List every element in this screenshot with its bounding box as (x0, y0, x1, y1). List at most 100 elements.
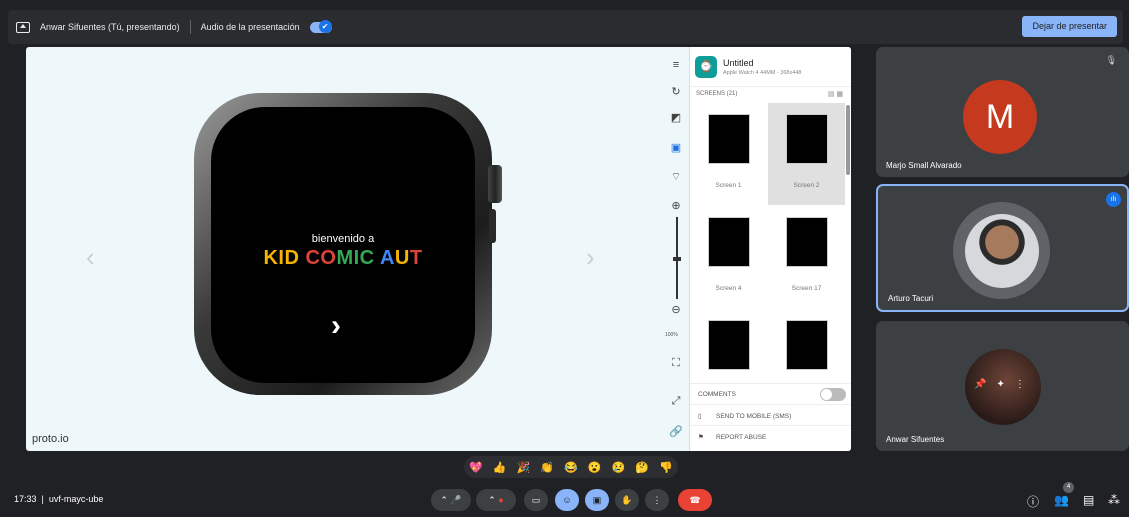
wireless-icon[interactable]: ⌔ (669, 170, 683, 184)
screen-thumb[interactable]: Screen 4 (690, 206, 767, 308)
screen-preview (708, 217, 750, 267)
flag-icon: ⚑ (698, 434, 704, 441)
title-part: T (409, 247, 423, 269)
watch-app-title: KID COMIC AUT (211, 247, 475, 270)
report-label: REPORT ABUSE (716, 434, 767, 441)
screen-label: Screen 17 (791, 285, 822, 292)
reaction-thumbs-up-icon[interactable]: 👍 (493, 461, 507, 474)
screens-grid: Screen 1 Screen 2 Screen 4 Screen 17 (690, 103, 845, 383)
presenter-label: Anwar Sifuentes (Tú, presentando) (40, 22, 180, 32)
screen-label: Screen 1 (715, 182, 742, 189)
participant-tile-self[interactable]: 📌✦⋮ Anwar Sifuentes (876, 321, 1129, 451)
participant-tile[interactable]: 🎙 M Marjo Small Alvarado (876, 47, 1129, 177)
screen-thumb[interactable]: Screen 17 (768, 206, 845, 308)
screens-label-text: SCREENS (21) (696, 91, 738, 97)
reaction-party-icon[interactable]: 🎉 (517, 461, 531, 474)
effects-icon[interactable]: ✦ (996, 379, 1014, 390)
meeting-details-icon[interactable]: ⓘ (1027, 493, 1039, 510)
screen-thumb[interactable] (768, 309, 845, 383)
screen-preview (708, 320, 750, 370)
prev-screen-arrow[interactable]: ‹ (86, 242, 95, 273)
speaking-indicator-icon: ılı (1106, 192, 1121, 207)
reaction-thinking-icon[interactable]: 🤔 (635, 461, 649, 474)
screen-thumb[interactable]: Screen 1 (690, 103, 767, 205)
chat-icon[interactable]: ▤ (1083, 493, 1094, 507)
meet-window: Anwar Sifuentes (Tú, presentando) Audio … (0, 0, 1129, 517)
pin-icon[interactable]: 📌 (974, 379, 996, 390)
fit-screen-icon[interactable]: ⛶ (669, 357, 683, 370)
screen-preview (708, 114, 750, 164)
raise-hand-button[interactable]: ✋ (615, 489, 639, 511)
present-screen-icon (16, 21, 30, 33)
reaction-clap-icon[interactable]: 👏 (540, 461, 554, 474)
send-mobile-label: SEND TO MOBILE (SMS) (716, 413, 792, 420)
watch-welcome-text: bienvenido a (311, 233, 375, 245)
screen-preview (786, 217, 828, 267)
audio-toggle[interactable] (309, 19, 332, 33)
app-icon: ⌚ (695, 55, 717, 78)
screen-thumb[interactable]: Screen 2 (768, 103, 845, 205)
stop-presenting-button[interactable]: Dejar de presentar (1022, 16, 1117, 37)
reaction-thumbs-down-icon[interactable]: 👎 (659, 461, 673, 474)
screen-thumb[interactable] (690, 309, 767, 383)
panel-options: COMMENTS ▯ SEND TO MOBILE (SMS) ⚑ REPORT A… (690, 383, 851, 446)
title-part: A (374, 247, 395, 269)
more-options-icon[interactable]: ⋮ (1015, 379, 1035, 390)
project-subtitle: Apple Watch 4 44MM - 368x448 (723, 69, 802, 76)
participant-name: Marjo Small Alvarado (886, 161, 962, 170)
captions-button[interactable]: ▭ (524, 489, 548, 511)
participant-name: Anwar Sifuentes (886, 435, 945, 444)
report-abuse-option[interactable]: ⚑ REPORT ABUSE (690, 425, 851, 446)
presentation-stage: ‹ › bienvenido a KID COMIC AUT › proto.i… (26, 47, 851, 451)
watch-crown (488, 165, 502, 203)
screen-label: Screen 2 (793, 182, 820, 189)
leave-call-button[interactable]: ☎ (678, 489, 712, 511)
meeting-info: 17:33 | uvf-mayc-ube (14, 494, 103, 504)
phone-icon: ▯ (698, 413, 702, 420)
meeting-controls-bar: 17:33 | uvf-mayc-ube ⌃ 🎤 ⌃ ● ▭ ☺ ▣ ✋ ⋮ ☎… (0, 484, 1129, 517)
activities-icon[interactable]: ⁂ (1108, 493, 1120, 507)
project-header: ⌚ Untitled Apple Watch 4 44MM - 368x448 (690, 47, 851, 87)
link-icon[interactable]: 🔗 (669, 425, 683, 438)
screen-label: Screen 4 (715, 285, 742, 292)
zoom-out-icon[interactable]: ⊖ (669, 303, 683, 316)
contrast-icon[interactable]: ◩ (669, 111, 683, 124)
presenting-bar: Anwar Sifuentes (Tú, presentando) Audio … (8, 10, 1123, 44)
participant-tile-speaking[interactable]: ılı Arturo Tacuri (876, 184, 1129, 312)
avatar: M (963, 80, 1037, 154)
reaction-surprised-icon[interactable]: 😮 (588, 461, 602, 474)
watch-screen[interactable] (211, 107, 475, 383)
watch-next-chevron-icon[interactable]: › (331, 309, 341, 343)
present-button[interactable]: ▣ (585, 489, 609, 511)
meeting-code: uvf-mayc-ube (48, 494, 104, 504)
grid-view-icon[interactable]: ▤ ▦ (828, 90, 843, 98)
reaction-laugh-icon[interactable]: 😂 (564, 461, 578, 474)
send-to-mobile-option[interactable]: ▯ SEND TO MOBILE (SMS) (690, 404, 851, 425)
fullscreen-icon[interactable]: ⤢ (669, 395, 683, 408)
camera-button[interactable]: ⌃ ● (476, 489, 516, 511)
mic-button[interactable]: ⌃ 🎤 (431, 489, 471, 511)
hotspot-icon[interactable]: ▣ (669, 141, 683, 154)
zoom-in-icon[interactable]: ⊕ (669, 199, 683, 212)
comments-label: COMMENTS (698, 391, 736, 398)
prototype-toolbar: ≡ ↻ ◩ ▣ ⌔ ⊕ ⊖ 100% ⛶ ⤢ 🔗 (662, 47, 690, 451)
menu-icon[interactable]: ≡ (669, 59, 683, 71)
meeting-time: 17:33 (14, 494, 37, 504)
reaction-heart-icon[interactable]: 💖 (469, 461, 483, 474)
zoom-percent: 100% (665, 332, 678, 338)
next-screen-arrow[interactable]: › (586, 242, 595, 273)
screen-preview (786, 320, 828, 370)
people-icon[interactable]: 👥 (1054, 493, 1069, 507)
refresh-icon[interactable]: ↻ (669, 85, 683, 98)
camera-off-icon: ● (498, 495, 504, 505)
screens-scrollbar[interactable] (846, 105, 850, 175)
title-part: MIC (336, 247, 375, 269)
title-part: CO (299, 247, 337, 269)
comments-option: COMMENTS (690, 383, 851, 404)
zoom-slider-handle[interactable] (673, 257, 681, 261)
title-part: KID (263, 247, 300, 269)
comments-toggle[interactable] (820, 388, 846, 401)
more-options-button[interactable]: ⋮ (645, 489, 669, 511)
emoji-button[interactable]: ☺ (555, 489, 579, 511)
reaction-sad-icon[interactable]: 😢 (612, 461, 626, 474)
